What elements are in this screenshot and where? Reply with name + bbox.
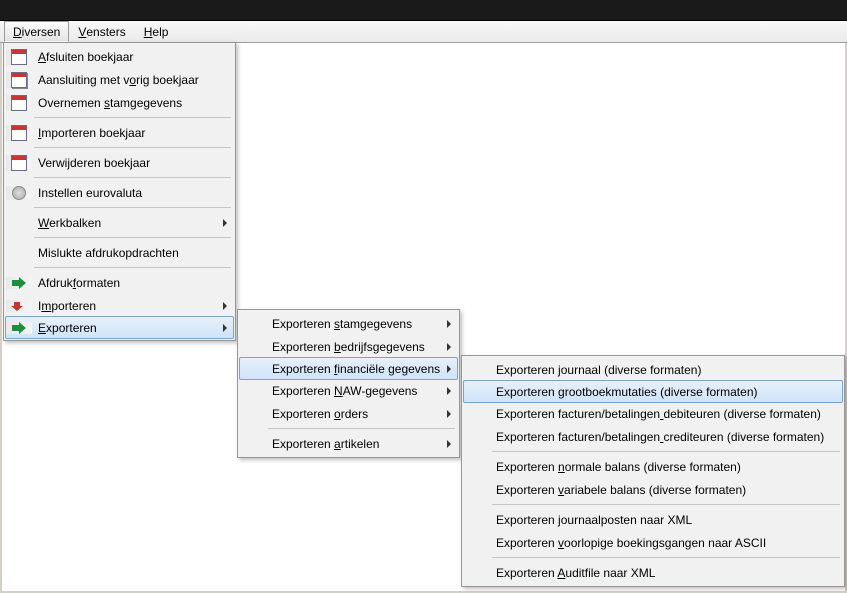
cal-icon <box>11 125 27 141</box>
menu-item-exporteren-naw-gegevens[interactable]: Exporteren NAW-gegevens <box>240 379 457 402</box>
menu-item-label: Instellen eurovaluta <box>32 186 211 200</box>
menu-separator <box>492 557 840 558</box>
menu-item-label: Exporteren facturen/betalingen crediteur… <box>490 430 828 444</box>
menu-item-werkbalken[interactable]: Werkbalken <box>6 211 233 234</box>
menu-item-label: Exporteren variabele balans (diverse for… <box>490 483 828 497</box>
menu-item-label: Exporteren grootboekmutaties (diverse fo… <box>490 385 828 399</box>
menu-item-exporteren-orders[interactable]: Exporteren orders <box>240 402 457 425</box>
menu-item-exporteren-facturenbetalingen-crediteuren-diverse-formaten[interactable]: Exporteren facturen/betalingen crediteur… <box>464 425 842 448</box>
menu-item-exporteren[interactable]: Exporteren <box>5 316 234 339</box>
chevron-right-icon <box>223 302 227 310</box>
menu-item-exporteren-voorlopige-boekingsgangen-naar-ascii[interactable]: Exporteren voorlopige boekingsgangen naa… <box>464 531 842 554</box>
menu-separator <box>34 237 231 238</box>
menu-separator <box>34 147 231 148</box>
menu-separator <box>34 207 231 208</box>
menu-item-label: Werkbalken <box>32 216 211 230</box>
menubar-item-help[interactable]: Help <box>135 21 178 42</box>
chevron-right-icon <box>447 440 451 448</box>
menu-item-importeren[interactable]: Importeren <box>6 294 233 317</box>
menu-item-label: Exporteren financiële gegevens <box>266 362 440 376</box>
chevron-right-icon <box>447 365 451 373</box>
cal-icon <box>11 95 27 111</box>
arrow-right-green-icon <box>11 277 27 289</box>
menu-item-label: Exporteren orders <box>266 407 435 421</box>
menu-item-exporteren-auditfile-naar-xml[interactable]: Exporteren Auditfile naar XML <box>464 561 842 584</box>
menu-separator <box>34 117 231 118</box>
menu-item-label: Overnemen stamgegevens <box>32 96 211 110</box>
menu-item-exporteren-artikelen[interactable]: Exporteren artikelen <box>240 432 457 455</box>
menu-item-label: Afdrukformaten <box>32 276 211 290</box>
menu-item-exporteren-stamgegevens[interactable]: Exporteren stamgegevens <box>240 312 457 335</box>
menu-item-verwijderen-boekjaar[interactable]: Verwijderen boekjaar <box>6 151 233 174</box>
menu-separator <box>34 267 231 268</box>
menu-item-label: Importeren <box>32 299 211 313</box>
chevron-right-icon <box>223 219 227 227</box>
menu-item-label: Exporteren <box>32 321 211 335</box>
window-titlebar <box>0 0 847 21</box>
menu-item-label: Afsluiten boekjaar <box>32 50 211 64</box>
cal-icon <box>11 49 27 65</box>
cal2-icon <box>11 72 27 88</box>
menubar-item-vensters[interactable]: Vensters <box>69 21 134 42</box>
submenu-exporteren: Exporteren stamgegevens Exporteren bedrij… <box>237 309 460 458</box>
menu-item-exporteren-normale-balans-diverse-formaten[interactable]: Exporteren normale balans (diverse forma… <box>464 455 842 478</box>
menu-item-afsluiten-boekjaar[interactable]: Afsluiten boekjaar <box>6 45 233 68</box>
cal-icon <box>11 155 27 171</box>
chevron-right-icon <box>447 320 451 328</box>
menu-item-label: Exporteren voorlopige boekingsgangen naa… <box>490 536 828 550</box>
menu-item-exporteren-bedrijfsgegevens[interactable]: Exporteren bedrijfsgegevens <box>240 335 457 358</box>
menu-separator <box>268 428 455 429</box>
menu-item-exporteren-journaalposten-naar-xml[interactable]: Exporteren journaalposten naar XML <box>464 508 842 531</box>
menu-item-exporteren-journaal-diverse-formaten[interactable]: Exporteren journaal (diverse formaten) <box>464 358 842 381</box>
menu-item-exporteren-variabele-balans-diverse-formaten[interactable]: Exporteren variabele balans (diverse for… <box>464 478 842 501</box>
menu-item-label: Exporteren NAW-gegevens <box>266 384 435 398</box>
submenu-financiele-gegevens: Exporteren journaal (diverse formaten) Ex… <box>461 355 845 587</box>
menu-item-label: Mislukte afdrukopdrachten <box>32 246 211 260</box>
menu-item-instellen-eurovaluta[interactable]: Instellen eurovaluta <box>6 181 233 204</box>
menu-item-label: Aansluiting met vorig boekjaar <box>32 73 211 87</box>
menu-separator <box>492 504 840 505</box>
chevron-right-icon <box>447 343 451 351</box>
menu-item-label: Exporteren bedrijfsgegevens <box>266 340 435 354</box>
menu-item-label: Exporteren facturen/betalingen debiteure… <box>490 407 828 421</box>
menu-item-label: Exporteren normale balans (diverse forma… <box>490 460 828 474</box>
menu-item-label: Exporteren journaalposten naar XML <box>490 513 828 527</box>
menu-item-exporteren-facturenbetalingen-debiteuren-diverse-formaten[interactable]: Exporteren facturen/betalingen debiteure… <box>464 402 842 425</box>
menu-item-label: Exporteren Auditfile naar XML <box>490 566 828 580</box>
menu-item-exporteren-grootboekmutaties-diverse-formaten[interactable]: Exporteren grootboekmutaties (diverse fo… <box>463 380 843 403</box>
menu-item-label: Exporteren stamgegevens <box>266 317 435 331</box>
menu-item-exporteren-financiele-gegevens[interactable]: Exporteren financiële gegevens <box>239 357 458 380</box>
chevron-right-icon <box>447 387 451 395</box>
chevron-right-icon <box>447 410 451 418</box>
menu-item-aansluiting-met-vorig-boekjaar[interactable]: Aansluiting met vorig boekjaar <box>6 68 233 91</box>
arrow-down-red-icon <box>11 300 27 312</box>
menu-diversen: Afsluiten boekjaar Aansluiting met vorig … <box>3 42 236 341</box>
menu-item-overnemen-stamgegevens[interactable]: Overnemen stamgegevens <box>6 91 233 114</box>
menu-separator <box>34 177 231 178</box>
menu-item-mislukte-afdrukopdrachten[interactable]: Mislukte afdrukopdrachten <box>6 241 233 264</box>
arrow-right-green-icon <box>11 322 27 334</box>
menubar: DiversenVenstersHelp <box>0 21 847 43</box>
gear-icon <box>12 186 26 200</box>
chevron-right-icon <box>223 324 227 332</box>
menu-item-label: Verwijderen boekjaar <box>32 156 211 170</box>
menu-item-label: Exporteren artikelen <box>266 437 435 451</box>
menu-item-label: Exporteren journaal (diverse formaten) <box>490 363 828 377</box>
menu-separator <box>492 451 840 452</box>
menubar-item-diversen[interactable]: Diversen <box>4 21 69 42</box>
menu-item-label: Importeren boekjaar <box>32 126 211 140</box>
menu-item-afdrukformaten[interactable]: Afdrukformaten <box>6 271 233 294</box>
menu-item-importeren-boekjaar[interactable]: Importeren boekjaar <box>6 121 233 144</box>
